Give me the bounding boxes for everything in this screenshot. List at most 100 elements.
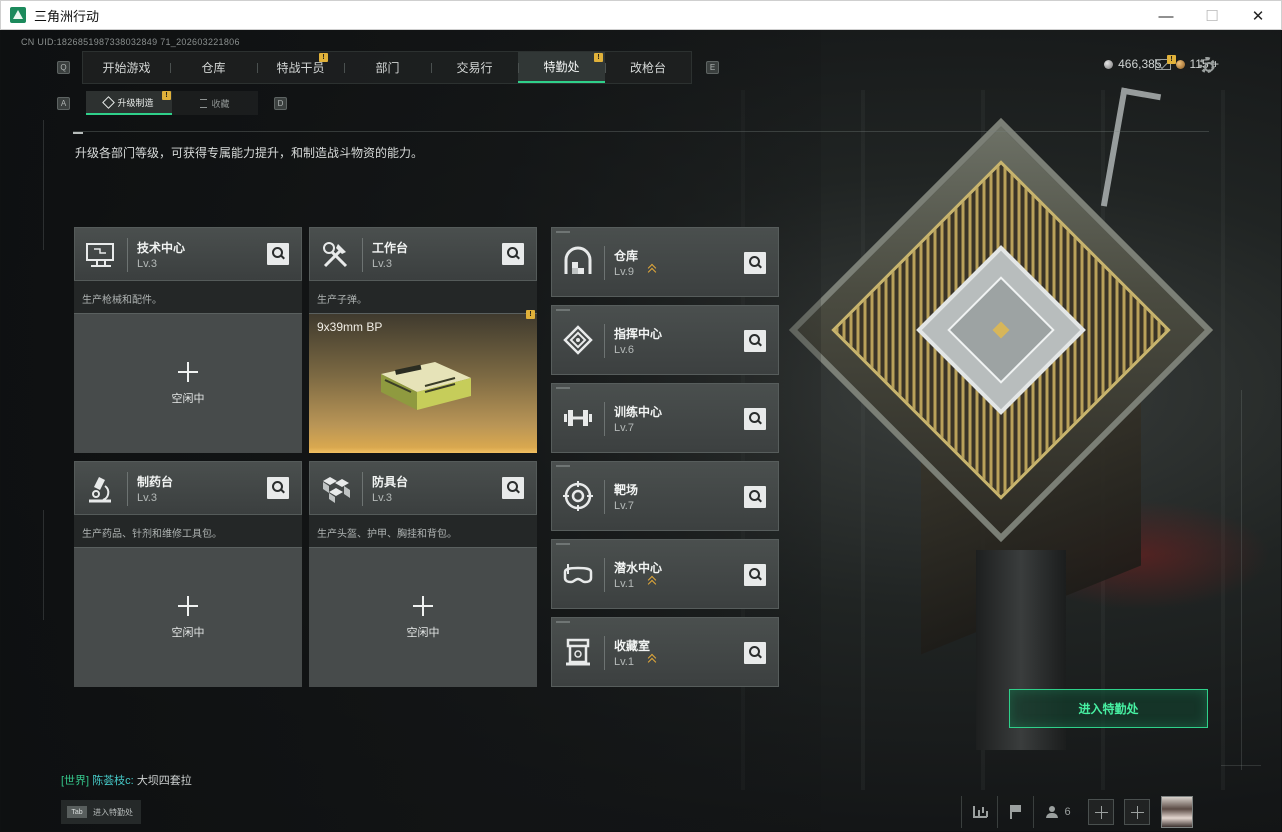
tab-label: 仓库 bbox=[201, 61, 226, 75]
department-name: 靶场 bbox=[614, 483, 639, 497]
team-slot-add-button[interactable] bbox=[1124, 799, 1150, 825]
search-icon[interactable] bbox=[267, 477, 289, 499]
department-level: Lv.6 bbox=[614, 344, 634, 356]
tab-label: 收藏 bbox=[211, 98, 230, 109]
subnav-next-key[interactable]: D bbox=[274, 96, 287, 110]
search-icon[interactable] bbox=[744, 642, 766, 664]
nav-prev-key[interactable]: Q bbox=[57, 61, 70, 74]
card-header[interactable]: 防具台 Lv.3 bbox=[309, 461, 537, 515]
slot-status: 空闲中 bbox=[406, 626, 440, 639]
ammo-box-image bbox=[381, 362, 471, 410]
tab-gunsmith[interactable]: 改枪台 bbox=[605, 52, 691, 83]
decor-line bbox=[1241, 390, 1242, 770]
department-level: Lv.1 bbox=[614, 656, 634, 668]
tab-shortcut-hint[interactable]: Tab 进入特勤处 bbox=[61, 800, 141, 824]
card-header[interactable]: 工作台 Lv.3 bbox=[309, 227, 537, 281]
stats-button[interactable] bbox=[961, 796, 997, 828]
search-icon[interactable] bbox=[502, 477, 524, 499]
tab-upgrade-craft[interactable]: 升级制造 ! bbox=[86, 91, 172, 115]
main-nav: Q 开始游戏 仓库 特战干员! 部门 交易行 特勤处! 改枪台 E bbox=[57, 51, 719, 84]
department-name: 指挥中心 bbox=[614, 327, 663, 341]
production-slot[interactable]: 空闲中 bbox=[74, 547, 302, 687]
maximize-button[interactable]: ☐ bbox=[1189, 1, 1235, 31]
nav-next-key[interactable]: E bbox=[706, 61, 719, 74]
chat-message[interactable]: [世界] 陈荟枝c: 大坝四套拉 bbox=[61, 772, 192, 788]
chat-channel: [世界] bbox=[61, 775, 90, 787]
production-slot[interactable]: 空闲中 bbox=[74, 313, 302, 453]
avatar[interactable] bbox=[1161, 796, 1193, 828]
item-notification-badge: ! bbox=[526, 310, 535, 319]
department-diving-center[interactable]: 潜水中心 Lv.1 bbox=[551, 539, 779, 609]
tab-label: 特勤处 bbox=[543, 60, 580, 74]
production-card-tech-center: 技术中心 Lv.3 生产枪械和配件。 空闲中 bbox=[74, 227, 302, 453]
flag-icon bbox=[1009, 805, 1022, 819]
enter-special-ops-button[interactable]: 进入特勤处 bbox=[1009, 689, 1208, 728]
department-warehouse[interactable]: 仓库 Lv.9 bbox=[551, 227, 779, 297]
card-header[interactable]: 制药台 Lv.3 bbox=[74, 461, 302, 515]
card-name: 技术中心 bbox=[137, 241, 186, 255]
subnav-prev-key[interactable]: A bbox=[57, 96, 70, 110]
department-name: 潜水中心 bbox=[614, 561, 663, 575]
tab-start-game[interactable]: 开始游戏 bbox=[83, 52, 170, 83]
search-icon[interactable] bbox=[502, 243, 524, 265]
production-card-armor-bench: 防具台 Lv.3 生产头盔、护甲、胸挂和背包。 空闲中 bbox=[309, 461, 537, 687]
department-shooting-range[interactable]: 靶场 Lv.7 bbox=[551, 461, 779, 531]
production-slot[interactable]: 空闲中 bbox=[309, 547, 537, 687]
close-button[interactable]: ✕ bbox=[1235, 1, 1281, 31]
card-description: 生产药品、针剂和维修工具包。 bbox=[74, 515, 302, 547]
department-level: Lv.1 bbox=[614, 578, 634, 590]
tab-label: 开始游戏 bbox=[102, 61, 151, 75]
department-collection-room[interactable]: 收藏室 Lv.1 bbox=[551, 617, 779, 687]
command-chip-icon bbox=[563, 325, 593, 355]
search-icon[interactable] bbox=[744, 330, 766, 352]
tab-collection[interactable]: 收藏 bbox=[172, 91, 258, 115]
department-command-center[interactable]: 指挥中心 Lv.6 bbox=[551, 305, 779, 375]
department-training-center[interactable]: 训练中心 Lv.7 bbox=[551, 383, 779, 453]
user-uid: CN UID:1826851987338032849 71_2026032218… bbox=[21, 37, 240, 47]
window-title-bar: 三角洲行动 — ☐ ✕ bbox=[0, 0, 1282, 30]
department-level: Lv.7 bbox=[614, 500, 634, 512]
decor-line bbox=[43, 510, 44, 620]
gear-icon[interactable] bbox=[1199, 57, 1215, 73]
silver-currency[interactable]: 466,385 bbox=[1104, 57, 1162, 71]
tab-label: 升级制造 bbox=[117, 97, 154, 108]
card-description: 生产头盔、护甲、胸挂和背包。 bbox=[309, 515, 537, 547]
window-title: 三角洲行动 bbox=[34, 8, 100, 24]
search-icon[interactable] bbox=[744, 486, 766, 508]
production-card-pharmacy: 制药台 Lv.3 生产药品、针剂和维修工具包。 空闲中 bbox=[74, 461, 302, 687]
friends-button[interactable]: 6 bbox=[1033, 796, 1083, 828]
flag-button[interactable] bbox=[997, 796, 1033, 828]
slot-status: 空闲中 bbox=[171, 392, 205, 405]
card-description: 生产子弹。 bbox=[309, 281, 537, 313]
search-icon[interactable] bbox=[744, 564, 766, 586]
main-tabs: 开始游戏 仓库 特战干员! 部门 交易行 特勤处! 改枪台 bbox=[82, 51, 692, 84]
card-level: Lv.3 bbox=[137, 258, 157, 270]
chat-sender: 陈荟枝c: bbox=[92, 775, 134, 787]
card-description: 生产枪械和配件。 bbox=[74, 281, 302, 313]
tab-special-ops[interactable]: 特勤处! bbox=[518, 52, 605, 83]
tab-trading[interactable]: 交易行 bbox=[431, 52, 518, 83]
window-controls: — ☐ ✕ bbox=[1143, 1, 1281, 31]
tab-key: Tab bbox=[67, 806, 87, 818]
search-icon[interactable] bbox=[267, 243, 289, 265]
app-logo-icon bbox=[10, 7, 26, 23]
production-slot-item[interactable]: 9x39mm BP ! bbox=[309, 310, 537, 453]
hourglass-icon bbox=[200, 98, 208, 108]
card-header[interactable]: 技术中心 Lv.3 bbox=[74, 227, 302, 281]
minimize-button[interactable]: — bbox=[1143, 1, 1189, 31]
department-name: 仓库 bbox=[614, 249, 639, 263]
friends-count: 6 bbox=[1064, 806, 1071, 818]
item-name: 9x39mm BP bbox=[317, 320, 383, 334]
team-slot-add-button[interactable] bbox=[1088, 799, 1114, 825]
department-level: Lv.9 bbox=[614, 266, 634, 278]
tab-operators[interactable]: 特战干员! bbox=[257, 52, 344, 83]
bar-chart-icon bbox=[972, 806, 987, 818]
mail-notification-badge: ! bbox=[1167, 55, 1176, 64]
search-icon[interactable] bbox=[744, 252, 766, 274]
tab-department[interactable]: 部门 bbox=[344, 52, 431, 83]
card-name: 工作台 bbox=[372, 241, 409, 255]
search-icon[interactable] bbox=[744, 408, 766, 430]
sub-tabs: 升级制造 ! 收藏 bbox=[86, 91, 258, 115]
department-level: Lv.7 bbox=[614, 422, 634, 434]
tab-warehouse[interactable]: 仓库 bbox=[170, 52, 257, 83]
